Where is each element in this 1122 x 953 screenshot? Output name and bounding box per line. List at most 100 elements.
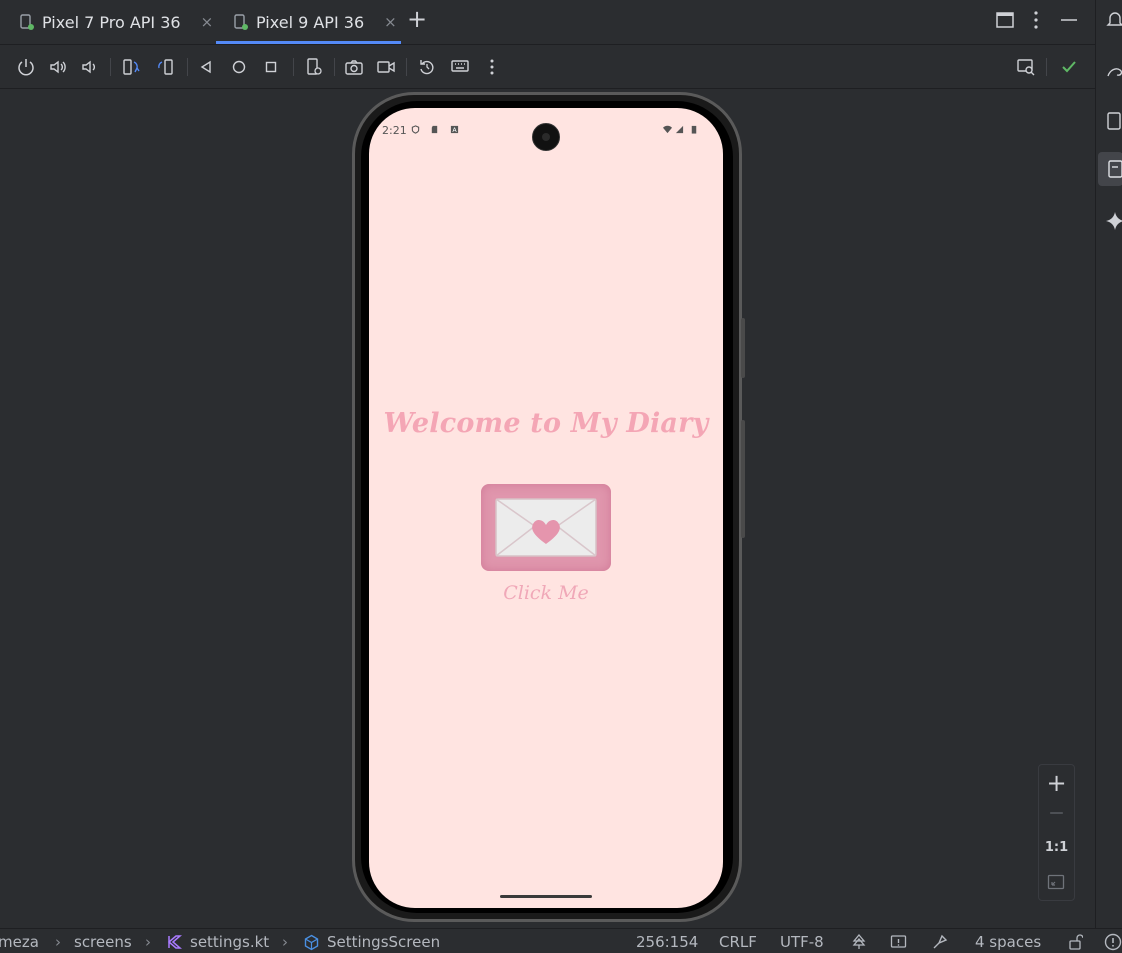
welcome-title: Welcome to My Diary [383,408,709,439]
toolbar-separator [187,58,188,76]
caret-position[interactable]: 256:154 [636,933,698,951]
chevron-right-icon: › [55,933,61,951]
battery-icon [691,125,697,134]
git-tree-icon[interactable] [851,934,867,950]
tab-label: Pixel 7 Pro API 36 [42,12,181,32]
zoom-in-button[interactable]: + [1039,769,1074,797]
keyboard-icon [451,60,469,72]
running-devices-tab[interactable] [1098,152,1122,186]
fit-screen-icon[interactable] [1047,873,1065,891]
zoom-controls: + — 1:1 [1038,764,1075,901]
toolbar-separator [406,58,407,76]
cell-signal-icon [675,125,684,134]
inspect-button[interactable] [1014,55,1038,79]
minimize-icon[interactable] [1057,8,1081,32]
gradle-icon[interactable] [1104,60,1122,82]
more-icon [490,59,494,75]
wifi-icon [663,125,672,134]
power-button[interactable] [14,55,38,79]
sd-card-icon [431,125,438,134]
ai-assist-icon[interactable] [931,933,949,951]
video-icon [377,61,395,73]
gemini-icon[interactable] [1104,210,1122,232]
breadcrumb-package[interactable]: screens [74,933,132,951]
volume-up-button[interactable] [46,55,70,79]
overview-button[interactable] [259,55,283,79]
device-icon [20,14,34,30]
device-settings-button[interactable] [302,55,326,79]
rotate-left-icon [123,59,140,75]
tab-pixel-7-pro[interactable]: Pixel 7 Pro API 36 × [18,0,213,44]
volume-up-icon [50,60,66,74]
right-tool-strip [1095,0,1122,928]
indent-setting[interactable]: 4 spaces [975,933,1041,951]
device-settings-icon [307,58,322,75]
more-vertical-icon[interactable] [1024,8,1048,32]
shield-icon [411,125,420,134]
device-manager-icon[interactable] [1104,110,1122,132]
breadcrumb-file[interactable]: settings.kt [190,933,269,951]
warning-icon[interactable] [1104,933,1122,951]
line-ending[interactable]: CRLF [719,933,757,951]
envelope-button[interactable] [481,484,611,571]
running-devices-icon [1108,160,1122,178]
tab-label: Pixel 9 API 36 [256,12,365,32]
front-camera [532,123,560,151]
home-button[interactable] [227,55,251,79]
tab-pixel-9[interactable]: Pixel 9 API 36 × [232,0,397,44]
close-icon[interactable]: × [384,13,397,31]
maximize-icon[interactable] [993,8,1017,32]
back-button[interactable] [194,55,218,79]
kotlin-file-icon [167,935,182,949]
chevron-right-icon: › [145,933,151,951]
screenshot-button[interactable] [342,55,366,79]
phone-power-key [741,318,745,378]
device-icon [234,14,248,30]
device-screen[interactable]: 2:21 A Welcome to My Diary Click Me [369,108,723,908]
app-notification-icon: A [450,125,459,134]
back-icon [200,60,211,74]
actual-size-button[interactable]: 1:1 [1039,840,1074,855]
keyboard-button[interactable] [448,55,472,79]
camera-icon [345,60,363,75]
volume-down-button[interactable] [77,55,101,79]
click-me-label[interactable]: Click Me [369,582,723,604]
composable-function-icon [304,934,319,951]
breadcrumb-module[interactable]: meza [0,933,39,951]
reset-icon [420,60,434,75]
active-tab-indicator [216,41,401,44]
add-tab-button[interactable]: + [405,6,429,34]
rotate-left-button[interactable] [119,55,143,79]
unlock-icon[interactable] [1067,934,1083,950]
notifications-icon[interactable] [1104,8,1122,30]
emulator-toolbar [0,45,1095,89]
toolbar-separator [293,58,294,76]
envelope-icon [495,498,597,557]
device-tab-bar: Pixel 7 Pro API 36 × Pixel 9 API 36 × + [0,0,1095,45]
rotate-right-button[interactable] [153,55,177,79]
check-icon [1062,61,1076,73]
gesture-home-bar[interactable] [500,895,592,898]
phone-volume-key [741,420,745,538]
toolbar-separator [334,58,335,76]
power-icon [18,59,34,76]
status-ok [1057,55,1081,79]
home-icon [232,60,246,74]
snapshot-reset-button[interactable] [415,55,439,79]
breadcrumb-function[interactable]: SettingsScreen [327,933,440,951]
record-button[interactable] [374,55,398,79]
inspect-icon [1017,59,1035,76]
overview-icon [265,61,277,73]
volume-down-icon [82,60,95,74]
close-icon[interactable]: × [201,13,214,31]
zoom-out-button[interactable]: — [1039,805,1074,821]
problems-icon[interactable] [890,934,907,950]
more-options-button[interactable] [480,55,504,79]
toolbar-separator [1046,58,1047,76]
chevron-right-icon: › [282,933,288,951]
status-bar: meza › screens › settings.kt › SettingsS… [0,928,1122,953]
rotate-right-icon [158,59,173,75]
file-encoding[interactable]: UTF-8 [780,933,824,951]
status-time: 2:21 [382,124,407,137]
svg-text:A: A [452,127,457,134]
